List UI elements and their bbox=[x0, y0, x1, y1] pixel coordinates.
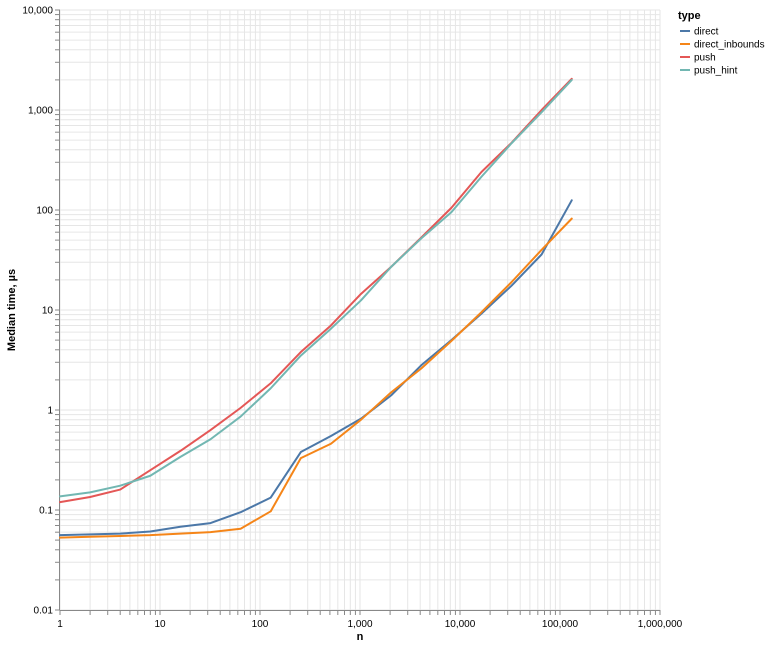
legend-label-direct: direct bbox=[694, 27, 719, 38]
y-tick-label: 10 bbox=[42, 306, 54, 317]
legend-label-push: push bbox=[694, 53, 716, 64]
x-tick-label: 100,000 bbox=[542, 619, 579, 630]
y-axis-title: Median time, µs bbox=[6, 269, 18, 351]
legend-label-direct-inbounds: direct_inbounds bbox=[694, 40, 765, 51]
legend-label-push-hint: push_hint bbox=[694, 66, 738, 77]
x-tick-label: 1,000 bbox=[347, 619, 372, 630]
legend-title: type bbox=[678, 10, 701, 22]
y-tick-label: 10,000 bbox=[22, 6, 53, 17]
x-tick-label: 1 bbox=[57, 619, 63, 630]
x-tick-label: 1,000,000 bbox=[638, 619, 683, 630]
x-axis-title: n bbox=[357, 631, 364, 643]
x-tick-label: 100 bbox=[252, 619, 269, 630]
y-tick-label: 1 bbox=[47, 406, 53, 417]
y-tick-label: 0.1 bbox=[39, 506, 53, 517]
y-tick-label: 1,000 bbox=[28, 106, 53, 117]
x-tick-label: 10 bbox=[154, 619, 166, 630]
chart: 1 10 100 1,000 10,000 100,000 1,000,000 0.01 0.1… bbox=[0, 0, 777, 647]
x-tick-label: 10,000 bbox=[445, 619, 476, 630]
y-tick-label: 100 bbox=[36, 206, 53, 217]
y-tick-label: 0.01 bbox=[34, 606, 54, 617]
